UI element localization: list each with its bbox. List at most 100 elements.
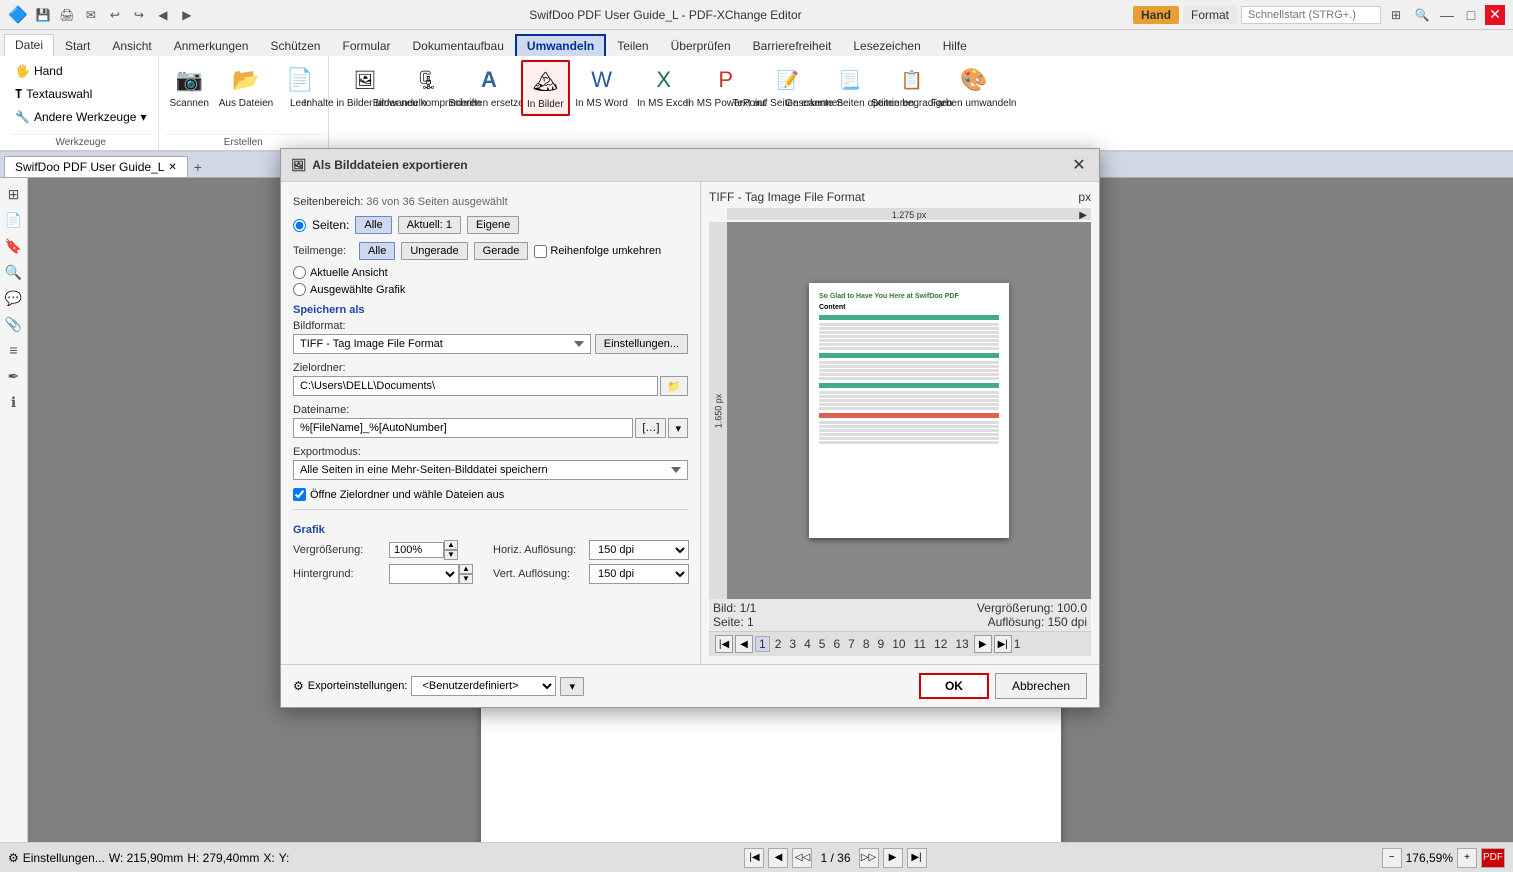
- nav-first[interactable]: |◀: [744, 848, 764, 868]
- forward-btn[interactable]: ▶: [176, 4, 198, 26]
- gerade-btn[interactable]: Gerade: [474, 242, 529, 260]
- hand-tool-btn[interactable]: 🖐 Hand: [10, 60, 152, 82]
- in-ms-word-btn[interactable]: W In MS Word: [572, 60, 632, 114]
- ausgewaehlte-grafik-radio[interactable]: [293, 283, 306, 296]
- other-tools-btn[interactable]: 🔧 Andere Werkzeuge ▾: [10, 106, 152, 128]
- maximize-btn[interactable]: □: [1461, 5, 1481, 25]
- tab-ansicht[interactable]: Ansicht: [101, 34, 162, 56]
- alle-btn[interactable]: Alle: [355, 216, 391, 234]
- page-11-btn[interactable]: 11: [911, 637, 929, 651]
- reihenfolge-checkbox[interactable]: [534, 245, 547, 258]
- nav-prev[interactable]: ◀: [768, 848, 788, 868]
- nav-last[interactable]: ▶|: [907, 848, 927, 868]
- sidebar-nav-up[interactable]: ⊞: [2, 182, 26, 206]
- page-3-btn[interactable]: 3: [786, 637, 799, 651]
- ungerade-btn[interactable]: Ungerade: [401, 242, 467, 260]
- in-bilder-btn[interactable]: 🏔 In Bilder: [521, 60, 570, 116]
- vergroesserung-up[interactable]: ▲: [444, 540, 458, 550]
- aktuell-btn[interactable]: Aktuell: 1: [398, 216, 461, 234]
- sidebar-properties[interactable]: ℹ: [2, 390, 26, 414]
- page-next-btn[interactable]: ▶: [974, 635, 992, 653]
- quick-search-input[interactable]: [1241, 6, 1381, 24]
- pdf-icon-btn[interactable]: PDF: [1481, 848, 1505, 868]
- new-tab-btn[interactable]: +: [188, 157, 208, 177]
- teilmenge-alle-btn[interactable]: Alle: [359, 242, 395, 260]
- cancel-button[interactable]: Abbrechen: [995, 673, 1087, 699]
- email-quick-btn[interactable]: ✉: [80, 4, 102, 26]
- vergroesserung-input[interactable]: [389, 542, 444, 558]
- view-toggle-btn[interactable]: ⊞: [1385, 4, 1407, 26]
- tab-anmerkungen[interactable]: Anmerkungen: [163, 34, 260, 56]
- hintergrund-select[interactable]: [389, 564, 459, 584]
- page-last-btn[interactable]: ▶|: [994, 635, 1012, 653]
- minimize-btn[interactable]: —: [1437, 5, 1457, 25]
- dialog-close-btn[interactable]: ✕: [1069, 155, 1089, 175]
- farben-btn[interactable]: 🎨 Farben umwandeln: [944, 60, 1004, 114]
- redo-btn[interactable]: ↪: [128, 4, 150, 26]
- zoom-out-btn[interactable]: −: [1382, 848, 1402, 868]
- ruler-right-arrow[interactable]: ▶: [1079, 210, 1087, 220]
- print-quick-btn[interactable]: 🖨: [56, 4, 78, 26]
- einstellungen-label[interactable]: Einstellungen...: [23, 851, 105, 865]
- eigene-btn[interactable]: Eigene: [467, 216, 519, 234]
- tab-umwandeln[interactable]: Umwandeln: [515, 34, 606, 56]
- einstellungen-btn[interactable]: Einstellungen...: [595, 334, 688, 354]
- page-13-btn[interactable]: 13: [952, 637, 971, 651]
- close-btn[interactable]: ✕: [1485, 5, 1505, 25]
- browse-btn[interactable]: 📁: [660, 376, 688, 396]
- page-12-btn[interactable]: 12: [931, 637, 950, 651]
- hintergrund-down[interactable]: ▼: [459, 574, 473, 584]
- scannen-btn[interactable]: 📷 Scannen: [165, 60, 214, 114]
- schriften-ersetzen-btn[interactable]: A Schriften ersetzen: [459, 60, 519, 114]
- sidebar-layers[interactable]: ≡: [2, 338, 26, 362]
- zoom-in-btn[interactable]: +: [1457, 848, 1477, 868]
- page-5-btn[interactable]: 5: [816, 637, 829, 651]
- tab-lesezeichen[interactable]: Lesezeichen: [842, 34, 931, 56]
- horiz-select[interactable]: 150 dpi 72 dpi 300 dpi: [589, 540, 689, 560]
- tab-barrierefreiheit[interactable]: Barrierefreiheit: [742, 34, 843, 56]
- vert-select[interactable]: 150 dpi 72 dpi 300 dpi: [589, 564, 689, 584]
- sidebar-signatures[interactable]: ✒: [2, 364, 26, 388]
- save-quick-btn[interactable]: 💾: [32, 4, 54, 26]
- back-btn[interactable]: ◀: [152, 4, 174, 26]
- page-7-btn[interactable]: 7: [845, 637, 858, 651]
- active-document-tab[interactable]: SwifDoo PDF User Guide_L ✕: [4, 156, 188, 177]
- sidebar-search[interactable]: 🔍: [2, 260, 26, 284]
- tab-formular[interactable]: Formular: [331, 34, 401, 56]
- dateiname-input[interactable]: [293, 418, 633, 438]
- tab-teilen[interactable]: Teilen: [606, 34, 659, 56]
- macro-btn[interactable]: […]: [635, 418, 666, 438]
- macro-dropdown-btn[interactable]: ▾: [668, 418, 688, 438]
- oeffne-checkbox[interactable]: [293, 488, 306, 501]
- page-10-btn[interactable]: 10: [889, 637, 908, 651]
- text-select-btn[interactable]: T Textauswahl: [10, 83, 152, 105]
- export-settings-dropdown[interactable]: ▾: [560, 677, 584, 696]
- undo-btn[interactable]: ↩: [104, 4, 126, 26]
- hintergrund-up[interactable]: ▲: [459, 564, 473, 574]
- exportmodus-select[interactable]: Alle Seiten in eine Mehr-Seiten-Bilddate…: [293, 460, 688, 480]
- sidebar-bookmarks[interactable]: 🔖: [2, 234, 26, 258]
- page-4-btn[interactable]: 4: [801, 637, 814, 651]
- tab-start[interactable]: Start: [54, 34, 101, 56]
- aktuelle-ansicht-radio[interactable]: [293, 266, 306, 279]
- page-6-btn[interactable]: 6: [830, 637, 843, 651]
- nav-prev-fast[interactable]: ◁◁: [792, 848, 812, 868]
- nav-next[interactable]: ▶: [883, 848, 903, 868]
- tab-dokumentaufbau[interactable]: Dokumentaufbau: [402, 34, 515, 56]
- vergroesserung-down[interactable]: ▼: [444, 550, 458, 560]
- tab-datei[interactable]: Datei: [4, 34, 54, 56]
- bildformat-select[interactable]: TIFF - Tag Image File Format JPEG PNG BM…: [293, 334, 591, 354]
- page-9-btn[interactable]: 9: [875, 637, 888, 651]
- aus-dateien-btn[interactable]: 📂 Aus Dateien: [216, 60, 276, 114]
- page-prev-btn[interactable]: ◀: [735, 635, 753, 653]
- page-2-btn[interactable]: 2: [772, 637, 785, 651]
- sidebar-pages[interactable]: 📄: [2, 208, 26, 232]
- zielordner-input[interactable]: [293, 376, 658, 396]
- nav-next-fast[interactable]: ▷▷: [859, 848, 879, 868]
- export-settings-select[interactable]: <Benutzerdefiniert>: [411, 676, 556, 696]
- seiten-radio[interactable]: [293, 219, 306, 232]
- doc-tab-close[interactable]: ✕: [168, 162, 176, 173]
- tab-schuetzen[interactable]: Schützen: [259, 34, 331, 56]
- page-8-btn[interactable]: 8: [860, 637, 873, 651]
- tab-hilfe[interactable]: Hilfe: [932, 34, 978, 56]
